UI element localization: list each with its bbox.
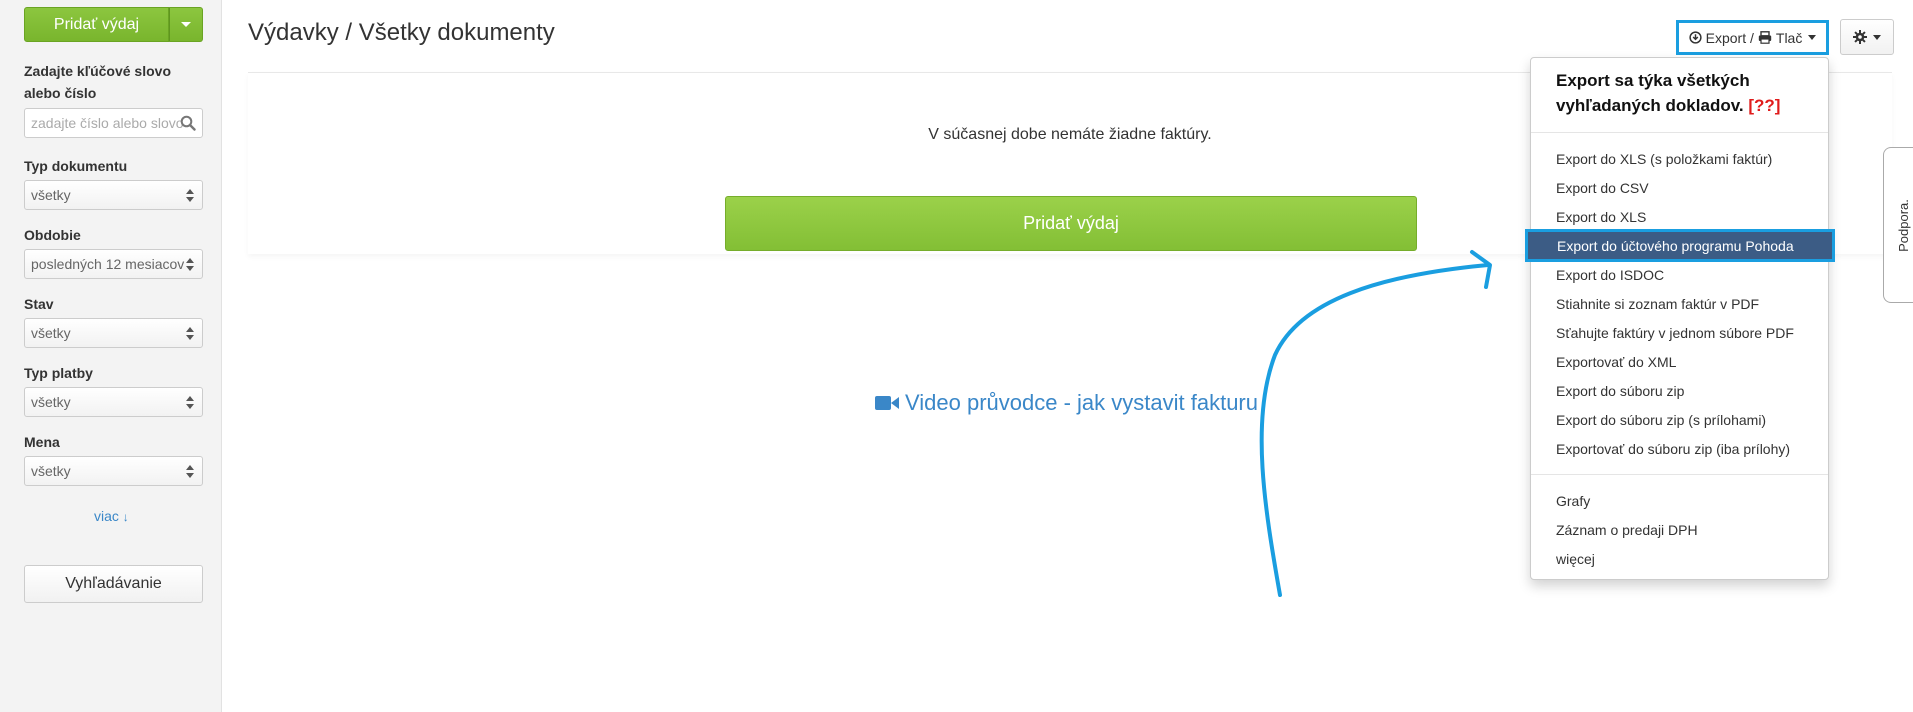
payment-type-value: všetky bbox=[31, 394, 71, 410]
download-pdf-list[interactable]: Stiahnite si zoznam faktúr v PDF bbox=[1531, 289, 1828, 318]
support-tab-label: Podpora. bbox=[1896, 198, 1912, 252]
export-xls[interactable]: Export do XLS bbox=[1531, 202, 1828, 231]
download-pdf-single[interactable]: Sťahujte faktúry v jednom súbore PDF bbox=[1531, 318, 1828, 347]
help-link[interactable]: [??] bbox=[1748, 96, 1780, 115]
export-zip-attachments[interactable]: Export do súboru zip (s prílohami) bbox=[1531, 405, 1828, 434]
export-pohoda[interactable]: Export do účtového programu Pohoda bbox=[1525, 229, 1835, 262]
export-csv[interactable]: Export do CSV bbox=[1531, 173, 1828, 202]
export-xls-items[interactable]: Export do XLS (s položkami faktúr) bbox=[1531, 144, 1828, 173]
gear-icon bbox=[1853, 30, 1867, 44]
more-filters-link[interactable]: viac ↓ bbox=[94, 508, 129, 524]
keyword-search-input[interactable]: zadajte číslo alebo slovo bbox=[24, 108, 203, 138]
doc-type-label: Typ dokumentu bbox=[24, 158, 128, 174]
select-arrows-icon bbox=[186, 327, 194, 340]
export-zip-only-attachments[interactable]: Exportovať do súboru zip (iba prílohy) bbox=[1531, 434, 1828, 463]
select-arrows-icon bbox=[186, 396, 194, 409]
payment-type-label: Typ platby bbox=[24, 365, 93, 381]
arrow-down-icon: ↓ bbox=[122, 510, 129, 524]
period-value: posledných 12 mesiacov bbox=[31, 256, 185, 272]
print-label: Tlač bbox=[1775, 29, 1803, 46]
currency-label: Mena bbox=[24, 434, 60, 450]
keyword-search-placeholder: zadajte číslo alebo slovo bbox=[31, 115, 184, 131]
search-icon[interactable] bbox=[180, 115, 196, 131]
support-tab[interactable]: Podpora. bbox=[1883, 147, 1913, 303]
status-select[interactable]: všetky bbox=[24, 318, 203, 348]
dropdown-header-text: Export sa týka všetkých vyhľadaných dokl… bbox=[1556, 71, 1750, 115]
export-print-button[interactable]: Export / Tlač bbox=[1676, 20, 1829, 55]
video-guide-link[interactable]: Video průvodce - jak vystavit fakturu bbox=[875, 390, 1258, 416]
chevron-down-icon bbox=[1808, 35, 1817, 40]
download-circle-icon bbox=[1689, 31, 1702, 44]
currency-select[interactable]: všetky bbox=[24, 456, 203, 486]
select-arrows-icon bbox=[186, 189, 194, 202]
video-guide-label: Video průvodce - jak vystavit fakturu bbox=[905, 390, 1258, 415]
charts-link[interactable]: Grafy bbox=[1531, 486, 1828, 515]
dropdown-divider bbox=[1531, 132, 1828, 133]
add-expense-main-button[interactable]: Pridať výdaj bbox=[725, 196, 1417, 251]
select-arrows-icon bbox=[186, 258, 194, 271]
add-expense-button[interactable]: Pridať výdaj bbox=[24, 7, 169, 42]
search-button[interactable]: Vyhľadávanie bbox=[24, 565, 203, 603]
dropdown-header: Export sa týka všetkých vyhľadaných dokl… bbox=[1556, 68, 1816, 118]
export-dropdown-menu: Export sa týka všetkých vyhľadaných dokl… bbox=[1525, 57, 1835, 580]
add-expense-dropdown-toggle[interactable] bbox=[169, 7, 203, 42]
currency-value: všetky bbox=[31, 463, 71, 479]
status-value: všetky bbox=[31, 325, 71, 341]
sidebar: Pridať výdaj Zadajte kľúčové slovo alebo… bbox=[0, 0, 222, 712]
period-label: Obdobie bbox=[24, 227, 81, 243]
settings-button[interactable] bbox=[1840, 19, 1894, 55]
export-zip[interactable]: Export do súboru zip bbox=[1531, 376, 1828, 405]
export-xml[interactable]: Exportovať do XML bbox=[1531, 347, 1828, 376]
doc-type-value: všetky bbox=[31, 187, 71, 203]
video-camera-icon bbox=[875, 396, 899, 410]
chevron-down-icon bbox=[1873, 34, 1881, 40]
doc-type-select[interactable]: všetky bbox=[24, 180, 203, 210]
page-title: Výdavky / Všetky dokumenty bbox=[248, 19, 555, 46]
more-filters-label: viac bbox=[94, 508, 119, 524]
add-expense-button-group: Pridať výdaj bbox=[24, 7, 203, 42]
export-label: Export / bbox=[1705, 29, 1754, 46]
period-select[interactable]: posledných 12 mesiacov bbox=[24, 249, 203, 279]
printer-icon bbox=[1758, 31, 1772, 44]
keyword-label: Zadajte kľúčové slovo alebo číslo bbox=[24, 63, 171, 101]
select-arrows-icon bbox=[186, 465, 194, 478]
chevron-down-icon bbox=[181, 22, 191, 27]
export-isdoc[interactable]: Export do ISDOC bbox=[1531, 260, 1828, 289]
more-link[interactable]: więcej bbox=[1531, 544, 1828, 573]
vat-sales-record-link[interactable]: Záznam o predaji DPH bbox=[1531, 515, 1828, 544]
dropdown-divider bbox=[1531, 474, 1828, 475]
status-label: Stav bbox=[24, 296, 54, 312]
payment-type-select[interactable]: všetky bbox=[24, 387, 203, 417]
